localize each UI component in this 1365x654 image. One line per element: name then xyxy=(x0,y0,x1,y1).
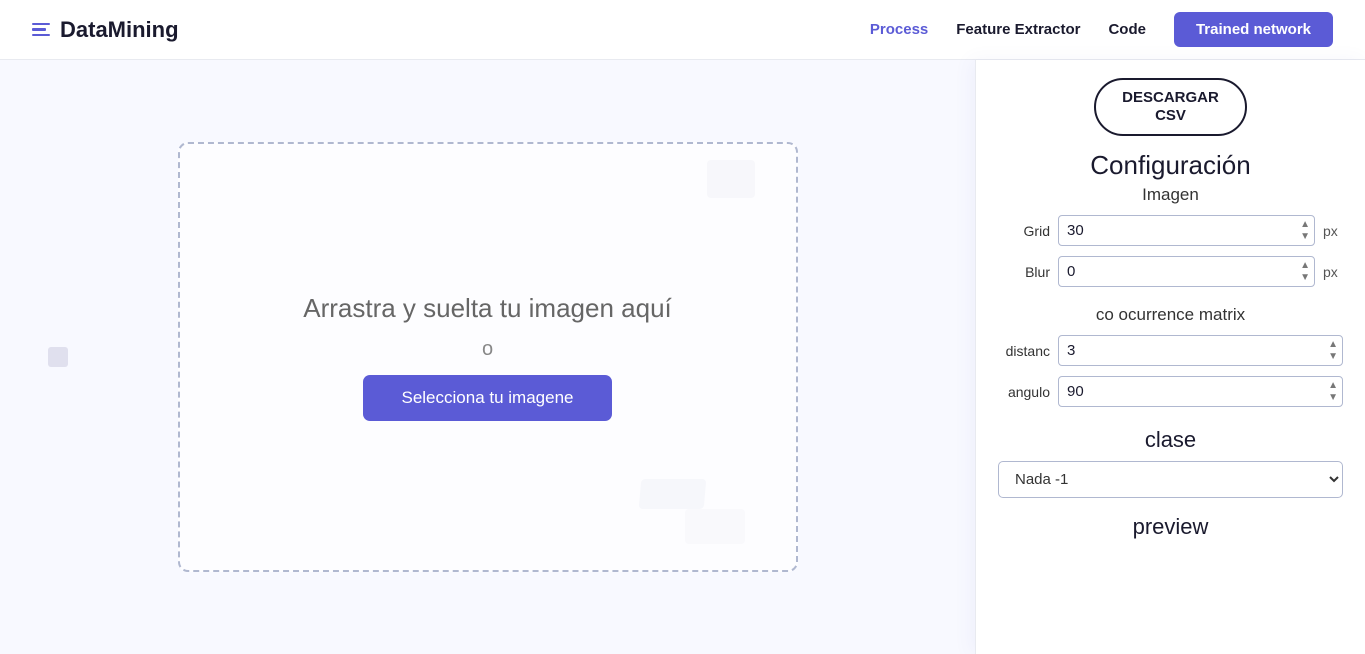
decor-left xyxy=(48,347,68,367)
grid-row: Grid ▲ ▼ px xyxy=(998,215,1343,246)
blur-input[interactable] xyxy=(1058,256,1315,287)
nav-code[interactable]: Code xyxy=(1108,21,1146,38)
header: DataMining Process Feature Extractor Cod… xyxy=(0,0,1365,60)
blur-label: Blur xyxy=(998,264,1050,280)
distance-row: distanc ▲ ▼ xyxy=(998,335,1343,366)
blur-up-button[interactable]: ▲ xyxy=(1297,260,1313,272)
clase-select[interactable]: Nada -1 xyxy=(998,461,1343,498)
grid-up-button[interactable]: ▲ xyxy=(1297,219,1313,231)
drop-zone-main-text: Arrastra y suelta tu imagen aquí xyxy=(303,293,672,324)
drop-zone-or-text: o xyxy=(482,338,493,361)
select-image-button[interactable]: Selecciona tu imagene xyxy=(363,375,611,421)
distance-label: distanc xyxy=(998,343,1050,359)
config-title: Configuración xyxy=(1090,150,1250,181)
left-panel: Arrastra y suelta tu imagen aquí o Selec… xyxy=(0,60,975,654)
grid-label: Grid xyxy=(998,223,1050,239)
grid-input[interactable] xyxy=(1058,215,1315,246)
blur-input-wrap: ▲ ▼ xyxy=(1058,256,1315,287)
distance-down-button[interactable]: ▼ xyxy=(1325,351,1341,363)
blur-unit: px xyxy=(1323,264,1343,280)
angle-row: angulo ▲ ▼ xyxy=(998,376,1343,407)
grid-down-button[interactable]: ▼ xyxy=(1297,231,1313,243)
right-panel: DESCARGAR CSV Configuración Imagen Grid … xyxy=(975,60,1365,654)
drop-zone[interactable]: Arrastra y suelta tu imagen aquí o Selec… xyxy=(178,142,798,572)
grid-spinner: ▲ ▼ xyxy=(1297,219,1313,243)
preview-title: preview xyxy=(1133,514,1209,540)
clase-title: clase xyxy=(1145,427,1196,453)
distance-input[interactable] xyxy=(1058,335,1343,366)
nav-feature-extractor[interactable]: Feature Extractor xyxy=(956,21,1080,38)
nav: Process Feature Extractor Code Trained n… xyxy=(870,12,1333,47)
blur-down-button[interactable]: ▼ xyxy=(1297,272,1313,284)
distance-spinner: ▲ ▼ xyxy=(1325,339,1341,363)
blur-spinner: ▲ ▼ xyxy=(1297,260,1313,284)
angle-down-button[interactable]: ▼ xyxy=(1325,392,1341,404)
distance-up-button[interactable]: ▲ xyxy=(1325,339,1341,351)
grid-unit: px xyxy=(1323,223,1343,239)
main-content: Arrastra y suelta tu imagen aquí o Selec… xyxy=(0,60,1365,654)
distance-input-wrap: ▲ ▼ xyxy=(1058,335,1343,366)
angle-label: angulo xyxy=(998,384,1050,400)
angle-input[interactable] xyxy=(1058,376,1343,407)
logo-area: DataMining xyxy=(32,17,179,43)
descargar-label: DESCARGAR CSV xyxy=(1122,89,1219,124)
descargar-csv-button[interactable]: DESCARGAR CSV xyxy=(1094,78,1247,136)
logo-text: DataMining xyxy=(60,17,179,43)
nav-process[interactable]: Process xyxy=(870,21,928,38)
grid-input-wrap: ▲ ▼ xyxy=(1058,215,1315,246)
matrix-title: co ocurrence matrix xyxy=(1096,305,1245,325)
imagen-label: Imagen xyxy=(1142,185,1199,205)
angle-up-button[interactable]: ▲ xyxy=(1325,380,1341,392)
angle-spinner: ▲ ▼ xyxy=(1325,380,1341,404)
menu-icon xyxy=(32,23,50,37)
trained-network-button[interactable]: Trained network xyxy=(1174,12,1333,47)
angle-input-wrap: ▲ ▼ xyxy=(1058,376,1343,407)
blur-row: Blur ▲ ▼ px xyxy=(998,256,1343,287)
